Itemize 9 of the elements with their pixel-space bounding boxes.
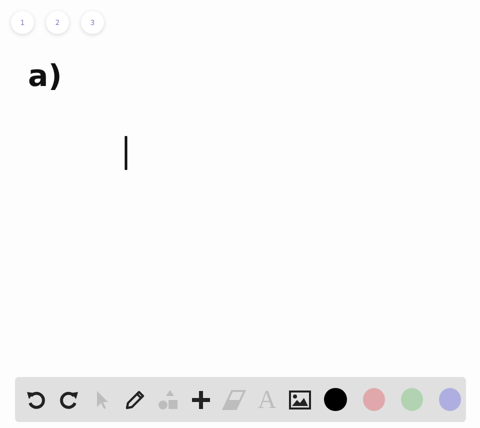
color-swatch[interactable]: [324, 388, 347, 411]
color-swatch[interactable]: [362, 388, 385, 411]
ink-stroke: [124, 136, 128, 170]
shapes-icon: [156, 388, 180, 412]
image-icon: [288, 388, 312, 412]
eraser-icon: [222, 388, 246, 412]
color-swatch[interactable]: [400, 388, 423, 411]
color-swatch[interactable]: [438, 388, 461, 411]
handwritten-text: a): [28, 62, 62, 92]
